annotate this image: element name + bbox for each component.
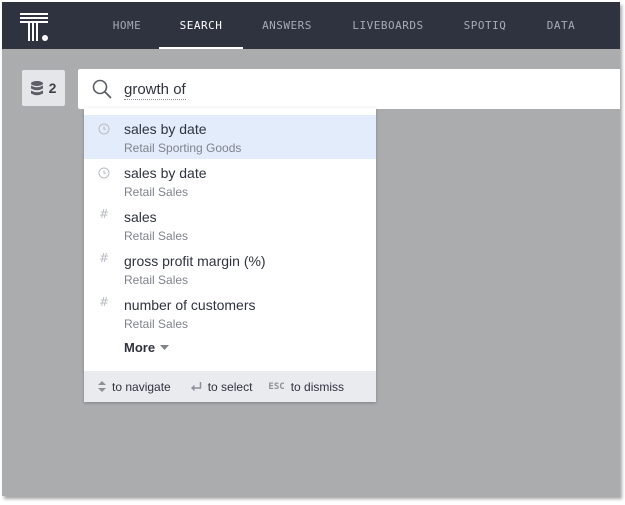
more-label: More	[124, 340, 156, 355]
clock-icon	[98, 123, 110, 135]
suggestions-dropdown: sales by date Retail Sporting Goods sale…	[84, 108, 376, 402]
suggestion-item[interactable]: sales by date Retail Sporting Goods	[84, 115, 376, 159]
top-navigation: HOME SEARCH ANSWERS LIVEBOARDS SPOTIQ DA…	[2, 2, 620, 49]
suggestion-title: sales by date	[124, 165, 207, 181]
suggestion-source: Retail Sales	[124, 229, 189, 243]
suggestion-source: Retail Sporting Goods	[124, 141, 242, 155]
thoughtspot-logo[interactable]	[20, 12, 50, 42]
suggestion-item[interactable]: sales by date Retail Sales	[84, 159, 376, 203]
suggestion-title: sales by date	[124, 121, 207, 137]
app-window: HOME SEARCH ANSWERS LIVEBOARDS SPOTIQ DA…	[2, 2, 620, 496]
hint-navigate: to navigate	[98, 380, 171, 394]
nav-data[interactable]: DATA	[544, 2, 578, 49]
hash-icon: #	[99, 207, 110, 221]
nav-liveboards[interactable]: LIVEBOARDS	[350, 2, 426, 49]
nav-search[interactable]: SEARCH	[159, 2, 243, 49]
keyboard-hints-bar: to navigate to select ESC to dismiss	[84, 371, 376, 402]
data-source-count: 2	[48, 80, 57, 96]
esc-key-icon: ESC	[268, 381, 285, 392]
suggestion-source: Retail Sales	[124, 273, 189, 287]
hint-navigate-label: to navigate	[112, 379, 171, 394]
data-sources-button[interactable]: 2	[22, 70, 65, 106]
suggestion-source: Retail Sales	[124, 317, 189, 331]
suggestion-title: sales	[124, 209, 157, 225]
clock-icon	[98, 167, 110, 179]
hint-dismiss: ESC to dismiss	[268, 380, 344, 394]
suggestion-source: Retail Sales	[124, 185, 189, 199]
enter-key-icon	[190, 381, 201, 391]
caret-down-icon	[160, 345, 170, 350]
nav-spotiq[interactable]: SPOTIQ	[462, 2, 508, 49]
hash-icon: #	[99, 251, 110, 265]
search-icon	[92, 79, 112, 99]
nav-home[interactable]: HOME	[107, 2, 147, 49]
suggestion-item[interactable]: # number of customers Retail Sales	[84, 291, 376, 335]
suggestion-item[interactable]: # gross profit margin (%) Retail Sales	[84, 247, 376, 291]
hint-select: to select	[190, 379, 253, 394]
suggestion-item[interactable]: # sales Retail Sales	[84, 203, 376, 247]
search-input[interactable]: growth of	[124, 81, 186, 100]
database-icon	[30, 80, 43, 95]
hash-icon: #	[99, 295, 110, 309]
search-bar[interactable]: growth of	[78, 69, 620, 109]
hint-dismiss-label: to dismiss	[290, 379, 345, 394]
more-button[interactable]: More	[124, 340, 170, 355]
up-down-arrows-icon	[98, 381, 106, 392]
hint-select-label: to select	[207, 379, 253, 394]
suggestion-title: number of customers	[124, 297, 256, 313]
suggestion-title: gross profit margin (%)	[124, 253, 266, 269]
nav-answers[interactable]: ANSWERS	[260, 2, 314, 49]
